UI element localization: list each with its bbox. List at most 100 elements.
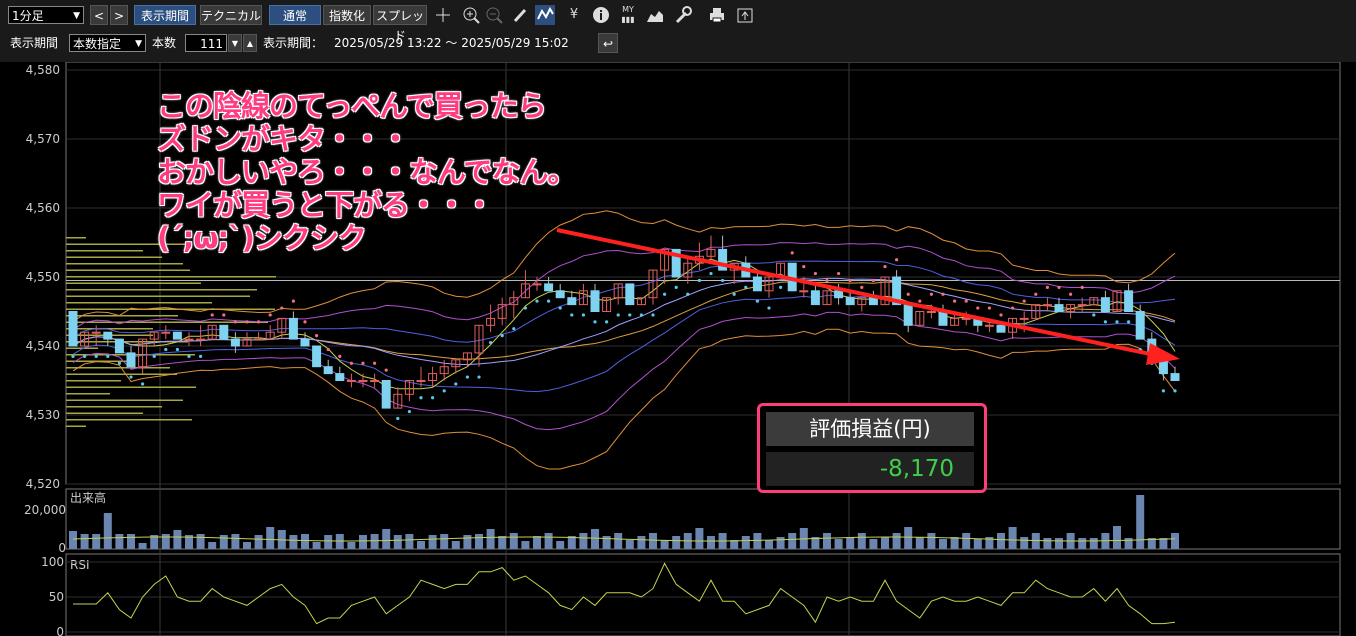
crosshair-icon[interactable]	[433, 5, 453, 25]
sar-dot	[442, 389, 446, 393]
volume-profile-bar	[66, 295, 250, 297]
technical-button[interactable]: テクニカル	[200, 5, 262, 25]
nav-prev-button[interactable]: <	[90, 5, 108, 25]
volume-bar	[973, 539, 982, 549]
candle-body	[230, 338, 240, 347]
sar-dot	[964, 299, 968, 303]
trend-icon[interactable]	[535, 5, 555, 25]
sar-dot	[581, 313, 586, 317]
chevron-down-icon: ▼	[135, 39, 142, 49]
period-label: 表示期間	[10, 36, 59, 50]
volume-profile-bar	[66, 393, 110, 395]
volume-bar	[301, 534, 309, 549]
volume-bar	[1136, 495, 1145, 549]
wrench-icon[interactable]	[673, 5, 693, 25]
my-chart-icon[interactable]: MY ▮▮▮	[618, 5, 638, 25]
volume-bar	[393, 535, 402, 549]
volume-bar	[1008, 527, 1017, 549]
volume-bar	[927, 533, 936, 549]
volume-profile-bar	[66, 269, 190, 271]
print-icon[interactable]	[707, 5, 727, 25]
rsi-tick-label: 0	[56, 625, 64, 636]
sar-dot	[802, 265, 806, 269]
reset-period-button[interactable]: ↩	[598, 33, 618, 53]
sar-dot	[233, 320, 237, 324]
sar-dot	[117, 361, 121, 365]
sar-dot	[895, 258, 899, 262]
band-lower-line	[72, 328, 1176, 470]
sar-dot	[639, 313, 644, 317]
count-input[interactable]: 111	[185, 34, 227, 52]
band-upper-line	[72, 242, 1176, 330]
volume-bar	[533, 536, 541, 549]
volume-profile-bar	[66, 256, 162, 258]
candle-body	[1077, 304, 1087, 307]
sar-dot	[1011, 306, 1015, 310]
volume-bar	[475, 534, 483, 549]
export-icon[interactable]	[735, 5, 755, 25]
sar-dot	[987, 306, 992, 310]
yen-icon[interactable]: ¥	[564, 5, 584, 25]
index-button[interactable]: 指数化	[323, 5, 371, 25]
sar-dot	[349, 361, 353, 365]
candle-body	[752, 276, 762, 292]
sar-dot	[326, 347, 330, 352]
info-icon[interactable]	[591, 5, 611, 25]
period-mode-select[interactable]: 本数指定 ▼	[69, 34, 146, 52]
sar-dot	[489, 340, 493, 345]
candle-body	[938, 311, 948, 326]
zoom-in-icon[interactable]	[461, 5, 481, 25]
sar-dot	[697, 278, 702, 283]
sar-dot	[813, 271, 818, 276]
volume-bar	[359, 535, 367, 549]
volume-bar	[672, 536, 681, 549]
volume-bar	[498, 536, 507, 549]
zoom-out-icon[interactable]	[484, 5, 504, 25]
display-period-button[interactable]: 表示期間	[134, 5, 196, 25]
sar-dot	[500, 334, 504, 338]
candle-body	[532, 283, 542, 286]
sar-dot	[883, 265, 887, 269]
count-down-button[interactable]: ▼	[228, 34, 242, 52]
volume-bar	[579, 533, 588, 549]
pencil-icon[interactable]	[510, 5, 530, 25]
range-value: 2025/05/29 13:22 ～ 2025/05/29 15:02	[334, 36, 569, 50]
volume-bar	[92, 534, 101, 549]
sar-dot	[1173, 389, 1177, 393]
count-up-button[interactable]: ▲	[243, 34, 257, 52]
sar-dot	[906, 292, 910, 296]
volume-bar	[637, 536, 646, 549]
volume-bar	[69, 531, 77, 549]
callout-line-2: ズドンがキタ・・・	[157, 122, 410, 156]
timeframe-select[interactable]: 1分足 ▼	[8, 6, 84, 24]
volume-bar	[80, 534, 89, 549]
candle-body	[358, 380, 368, 382]
volume-bar	[324, 535, 333, 549]
candle-body	[323, 366, 333, 375]
volume-bar	[904, 527, 913, 549]
sar-dot	[512, 327, 516, 331]
sar-dot	[709, 271, 713, 276]
sar-dot	[129, 375, 133, 379]
price-tick-label: 4,570	[26, 132, 60, 146]
sar-dot	[164, 347, 168, 352]
sar-dot	[837, 271, 841, 276]
profit-loss-value: -8,170	[766, 452, 974, 486]
volume-bar	[544, 533, 553, 549]
volume-bar	[312, 542, 321, 549]
volume-bar	[707, 536, 715, 549]
volume-bar	[892, 533, 901, 549]
area-chart-icon[interactable]	[645, 5, 665, 25]
spread-button[interactable]: スプレッド	[373, 5, 427, 43]
sar-dot	[1161, 389, 1165, 393]
volume-bar	[869, 539, 878, 549]
volume-bar	[451, 541, 460, 549]
sar-dot	[767, 306, 771, 310]
candle-body	[984, 324, 994, 327]
sar-dot	[419, 396, 423, 400]
nav-next-button[interactable]: >	[110, 5, 128, 25]
timeframe-value: 1分足	[12, 9, 44, 23]
sar-dot	[929, 292, 934, 296]
normal-button[interactable]: 通常	[269, 5, 321, 25]
sar-dot	[523, 306, 528, 310]
